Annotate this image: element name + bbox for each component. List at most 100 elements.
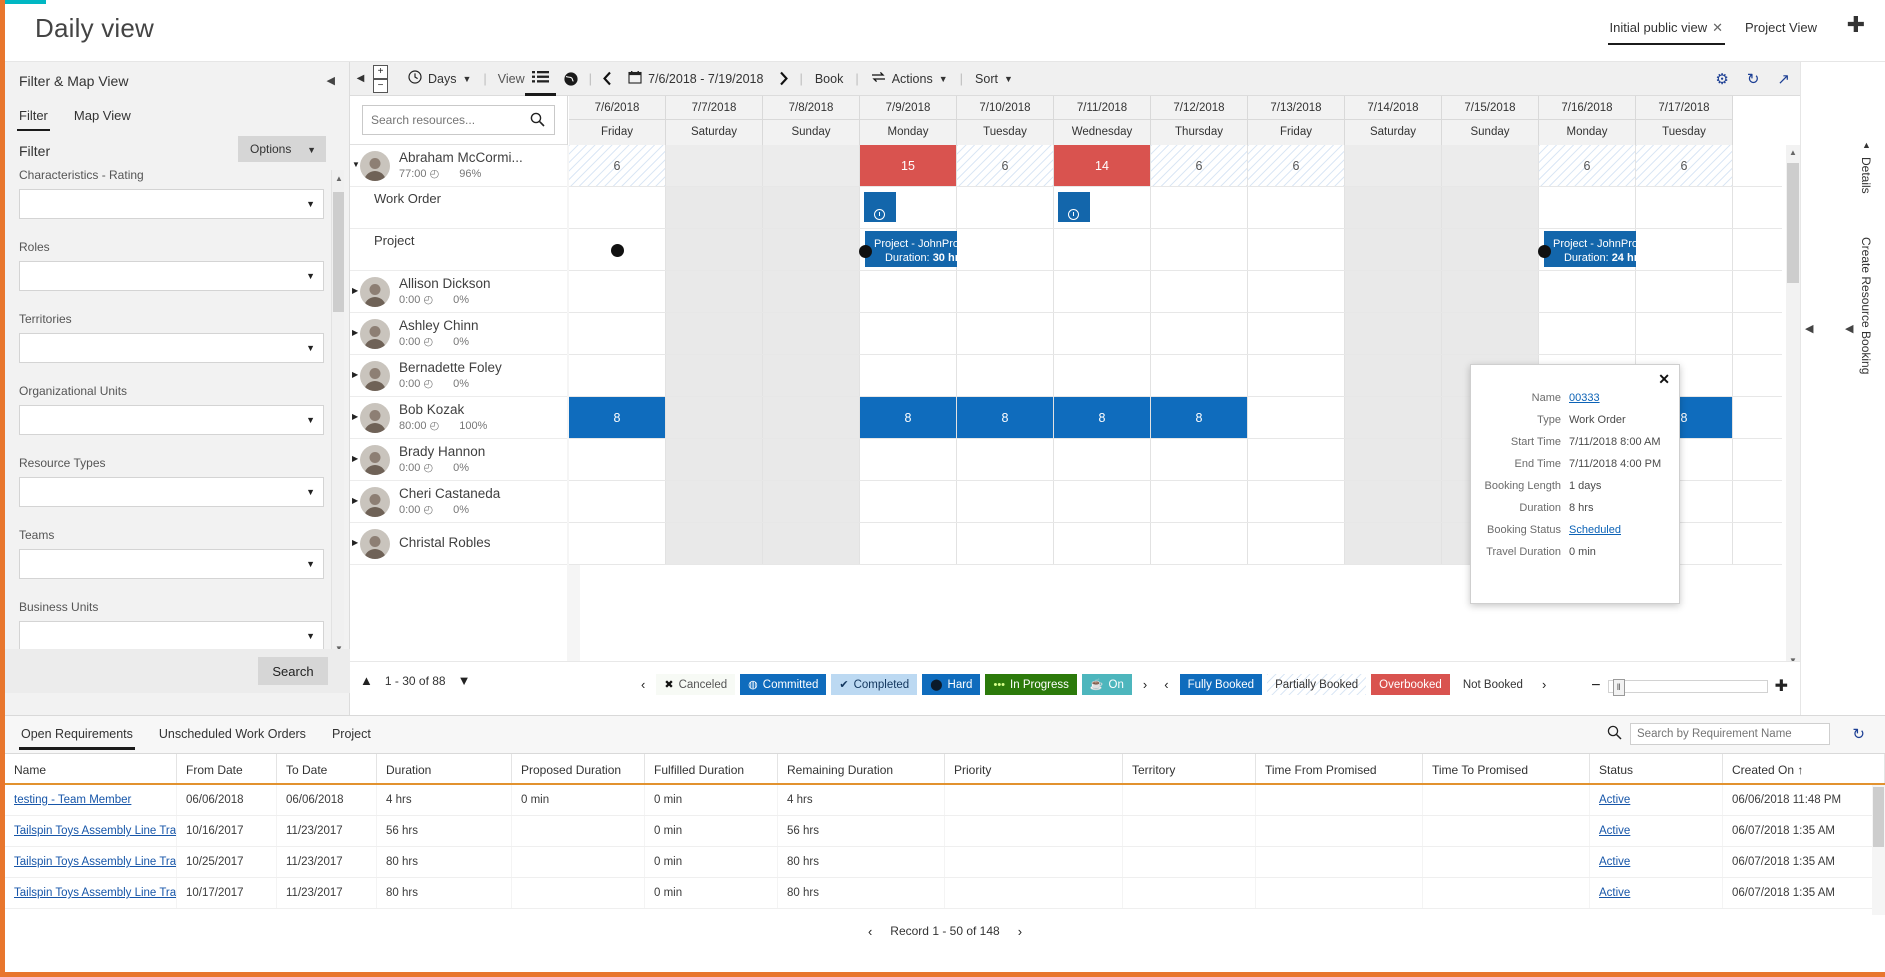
expand-caret-icon[interactable]: ▶ <box>352 286 358 295</box>
filter-field-dropdown[interactable]: ▼ <box>19 549 324 579</box>
grid-cell[interactable] <box>1151 355 1248 396</box>
zoom-slider-handle[interactable]: ‖ <box>1612 678 1625 696</box>
grid-cell[interactable] <box>957 313 1054 354</box>
column-header-created-on[interactable]: Created On ↑ <box>1723 754 1885 783</box>
grid-cell[interactable] <box>666 145 763 186</box>
grid-cell[interactable] <box>666 523 763 564</box>
resource-subrow[interactable]: Project <box>350 229 567 271</box>
list-view-button[interactable] <box>524 62 556 96</box>
grid-cell[interactable] <box>1054 229 1151 270</box>
status-link[interactable]: Active <box>1599 856 1630 868</box>
grid-cell[interactable] <box>666 397 763 438</box>
grid-cell[interactable] <box>957 271 1054 312</box>
grid-cell[interactable]: 8 <box>1054 397 1151 438</box>
grid-cell[interactable] <box>1345 229 1442 270</box>
grid-cell[interactable] <box>763 397 860 438</box>
cell-name[interactable]: Tailspin Toys Assembly Line Transfo... <box>5 847 177 877</box>
timescale-selector[interactable]: Days ▼ <box>399 62 480 96</box>
requirement-name-link[interactable]: testing - Team Member <box>14 794 131 806</box>
view-tab-0[interactable]: Initial public view ✕ <box>1607 16 1725 45</box>
popup-field-value[interactable]: 00333 <box>1569 391 1600 405</box>
filter-field-dropdown[interactable]: ▼ <box>19 261 324 291</box>
resource-row[interactable]: ▶ Christal Robles <box>350 523 567 565</box>
grid-cell[interactable] <box>763 523 860 564</box>
grid-cell[interactable] <box>1442 313 1539 354</box>
grid-cell[interactable] <box>1248 271 1345 312</box>
column-header-status[interactable]: Status <box>1590 754 1723 783</box>
legend-chip-fully-booked[interactable]: Fully Booked <box>1179 674 1263 695</box>
grid-cell[interactable] <box>957 523 1054 564</box>
grid-cell[interactable] <box>957 481 1054 522</box>
grid-vertical-scrollbar[interactable]: ▲ ▼ <box>1786 145 1800 668</box>
column-header-time-to-promised[interactable]: Time To Promised <box>1423 754 1590 783</box>
grid-cell[interactable] <box>1345 355 1442 396</box>
next-page-icon[interactable]: › <box>1012 922 1028 941</box>
grid-cell[interactable] <box>1248 229 1345 270</box>
grid-cell[interactable] <box>1151 523 1248 564</box>
column-header-remaining-duration[interactable]: Remaining Duration <box>778 754 945 783</box>
toggle-filter-panel-icon[interactable]: ◀ <box>350 73 371 84</box>
legend-booking-prev-icon[interactable]: ‹ <box>1158 675 1174 694</box>
filter-field-dropdown[interactable]: ▼ <box>19 189 324 219</box>
grid-cell[interactable] <box>1345 397 1442 438</box>
resource-row[interactable]: ▼ Abraham McCormi... 77:00 ◴ 96% <box>350 145 567 187</box>
search-icon[interactable] <box>530 112 545 130</box>
grid-cell[interactable] <box>957 187 1054 228</box>
grid-cell[interactable] <box>1636 229 1733 270</box>
scroll-up-icon[interactable]: ▲ <box>335 174 343 183</box>
status-link[interactable]: Active <box>1599 887 1630 899</box>
filter-panel-scrollbar[interactable]: ▲ ▼ <box>331 170 344 657</box>
grid-cell[interactable] <box>1442 229 1539 270</box>
grid-cell[interactable] <box>1248 523 1345 564</box>
grid-cell[interactable]: 8 <box>1151 397 1248 438</box>
grid-cell[interactable]: 6 <box>1248 145 1345 186</box>
page-up-icon[interactable]: ▲ <box>354 671 379 690</box>
grid-cell[interactable] <box>860 271 957 312</box>
grid-cell[interactable]: Project - JohnProject Duration: 24 hrs <box>1538 229 1726 270</box>
grid-cell[interactable] <box>569 439 666 480</box>
grid-cell[interactable] <box>1248 313 1345 354</box>
requirements-search-input[interactable] <box>1630 723 1830 745</box>
refresh-icon[interactable]: ↻ <box>1852 725 1865 743</box>
zoom-slider-track[interactable]: ‖ <box>1607 678 1768 696</box>
grid-cell[interactable] <box>1539 187 1636 228</box>
grid-cell[interactable] <box>1248 187 1345 228</box>
column-header-to-date[interactable]: To Date <box>277 754 377 783</box>
grid-cell[interactable]: 6 <box>1151 145 1248 186</box>
grid-cell[interactable] <box>666 229 763 270</box>
close-icon[interactable]: ✕ <box>1658 371 1670 388</box>
requirements-tab-project[interactable]: Project <box>330 726 373 747</box>
grid-cell[interactable]: 6 <box>1539 145 1636 186</box>
expand-caret-icon[interactable]: ▶ <box>352 454 358 463</box>
filter-search-button[interactable]: Search <box>258 657 328 685</box>
grid-cell[interactable] <box>1345 145 1442 186</box>
zoom-out-icon[interactable]: − <box>1591 677 1600 695</box>
requirements-tab-open-requirements[interactable]: Open Requirements <box>19 726 135 750</box>
grid-cell[interactable] <box>1442 271 1539 312</box>
filter-options-button[interactable]: Options ▼ <box>238 136 326 162</box>
column-header-from-date[interactable]: From Date <box>177 754 277 783</box>
expand-rows-icon[interactable]: + <box>373 64 388 79</box>
grid-cell[interactable] <box>1345 481 1442 522</box>
status-link[interactable]: Active <box>1599 794 1630 806</box>
grid-cell[interactable] <box>1345 439 1442 480</box>
grid-cell[interactable] <box>569 481 666 522</box>
grid-cell[interactable] <box>1151 313 1248 354</box>
grid-cell[interactable] <box>1345 313 1442 354</box>
grid-cell[interactable] <box>1248 481 1345 522</box>
grid-cell[interactable] <box>1539 271 1636 312</box>
map-view-button[interactable] <box>556 62 586 96</box>
rail-tab-details[interactable]: Details <box>1859 157 1873 194</box>
grid-cell[interactable] <box>860 523 957 564</box>
resource-search-input[interactable] <box>362 105 555 135</box>
work-order-booking[interactable] <box>1058 192 1090 222</box>
filter-field-dropdown[interactable]: ▼ <box>19 477 324 507</box>
filter-tab-map-view[interactable]: Map View <box>72 105 133 131</box>
grid-cell[interactable] <box>1442 187 1539 228</box>
expand-caret-icon[interactable]: ▶ <box>352 370 358 379</box>
collapse-caret-icon[interactable]: ▼ <box>352 160 360 169</box>
legend-chip-overbooked[interactable]: Overbooked <box>1371 674 1450 695</box>
popup-field-value[interactable]: Scheduled <box>1569 523 1621 537</box>
grid-cell[interactable]: 14 <box>1054 145 1151 186</box>
grid-cell[interactable] <box>1345 523 1442 564</box>
